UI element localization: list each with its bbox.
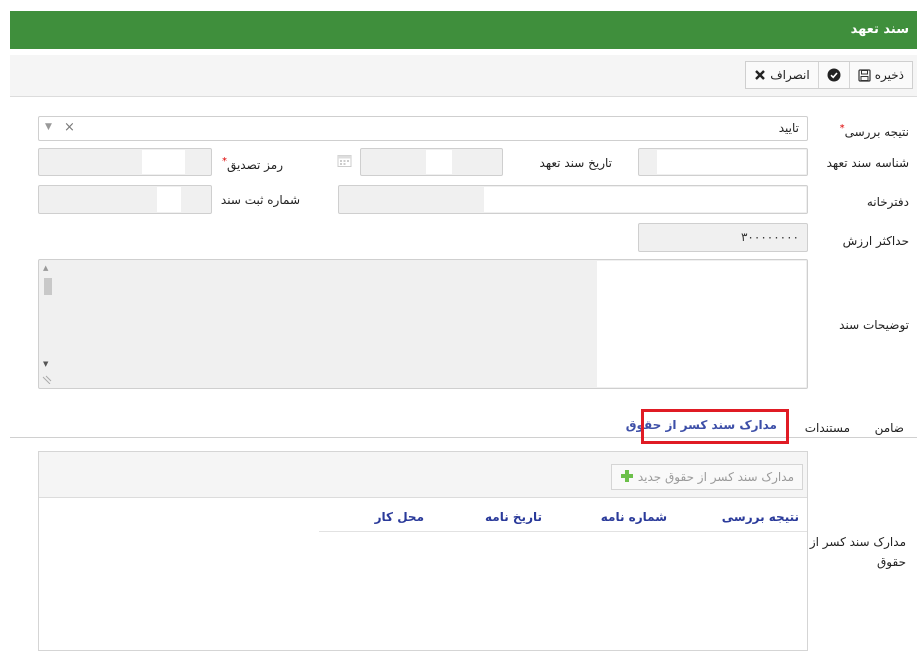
- toolbar-button-group: ذخیره انصراف: [745, 61, 913, 89]
- verification-code-label: *رمز تصدیق: [221, 156, 283, 172]
- column-header-letter-number[interactable]: شماره نامه: [601, 510, 667, 524]
- dropdown-arrow-icon[interactable]: ▼: [45, 122, 52, 132]
- commitment-id-label: شناسه سند تعهد: [826, 156, 909, 170]
- max-value-field: ۳۰۰۰۰۰۰۰۰: [638, 223, 808, 252]
- active-tab-highlight: [641, 409, 789, 444]
- save-button[interactable]: ذخیره: [848, 62, 912, 88]
- tab-documents[interactable]: مستندات: [805, 421, 850, 435]
- column-header-letter-date[interactable]: تاریخ نامه: [485, 510, 542, 524]
- resize-handle-icon[interactable]: [42, 373, 52, 387]
- description-textarea[interactable]: ▲ ▼: [38, 259, 808, 389]
- grid-section-label: مدارک سند کسر از حقوق: [809, 535, 906, 569]
- commitment-id-field[interactable]: [638, 148, 808, 176]
- calendar-icon[interactable]: [337, 153, 352, 171]
- clear-icon[interactable]: ×: [64, 120, 75, 135]
- grid-toolbar: مدارک سند کسر از حقوق جدید: [39, 452, 807, 498]
- registration-number-label: شماره ثبت سند: [220, 193, 300, 207]
- save-icon: [858, 68, 871, 82]
- commitment-date-field[interactable]: [360, 148, 503, 176]
- confirm-button[interactable]: [817, 62, 849, 88]
- scrollbar-thumb[interactable]: [44, 278, 52, 295]
- add-document-label: مدارک سند کسر از حقوق جدید: [637, 470, 794, 484]
- notary-label: دفترخانه: [866, 195, 909, 209]
- description-label: توضیحات سند: [839, 318, 909, 332]
- max-value-label: حداکثر ارزش: [842, 234, 909, 248]
- cancel-label: انصراف: [770, 68, 810, 82]
- save-label: ذخیره: [874, 68, 904, 82]
- check-circle-icon: [827, 68, 841, 82]
- cancel-button[interactable]: انصراف: [746, 62, 818, 88]
- column-header-workplace[interactable]: محل کار: [375, 510, 424, 524]
- tab-guarantor[interactable]: ضامن: [875, 421, 904, 435]
- plus-icon: [620, 469, 634, 486]
- scroll-up-icon[interactable]: ▲: [43, 264, 48, 272]
- review-result-value: تایید: [778, 121, 799, 135]
- title-bar: سند تعهد: [10, 11, 917, 49]
- close-icon: [754, 69, 766, 81]
- max-value-value: ۳۰۰۰۰۰۰۰۰: [740, 230, 799, 244]
- verification-code-field[interactable]: [38, 148, 212, 176]
- add-document-button[interactable]: مدارک سند کسر از حقوق جدید: [610, 464, 803, 490]
- window-title: سند تعهد: [850, 22, 909, 37]
- documents-grid: مدارک سند کسر از حقوق جدید نتیجه بررسی ش…: [38, 451, 808, 651]
- toolbar: ذخیره انصراف: [10, 55, 917, 97]
- column-header-review-result[interactable]: نتیجه بررسی: [722, 510, 799, 524]
- grid-header-divider: [319, 531, 807, 532]
- notary-field[interactable]: [338, 185, 808, 214]
- review-result-label: *نتیجه بررسی: [839, 123, 909, 139]
- scroll-down-icon[interactable]: ▼: [43, 360, 48, 368]
- review-result-select[interactable]: تایید ▼ ×: [38, 116, 808, 141]
- registration-number-field[interactable]: [38, 185, 212, 214]
- commitment-date-label: تاریخ سند تعهد: [539, 156, 612, 170]
